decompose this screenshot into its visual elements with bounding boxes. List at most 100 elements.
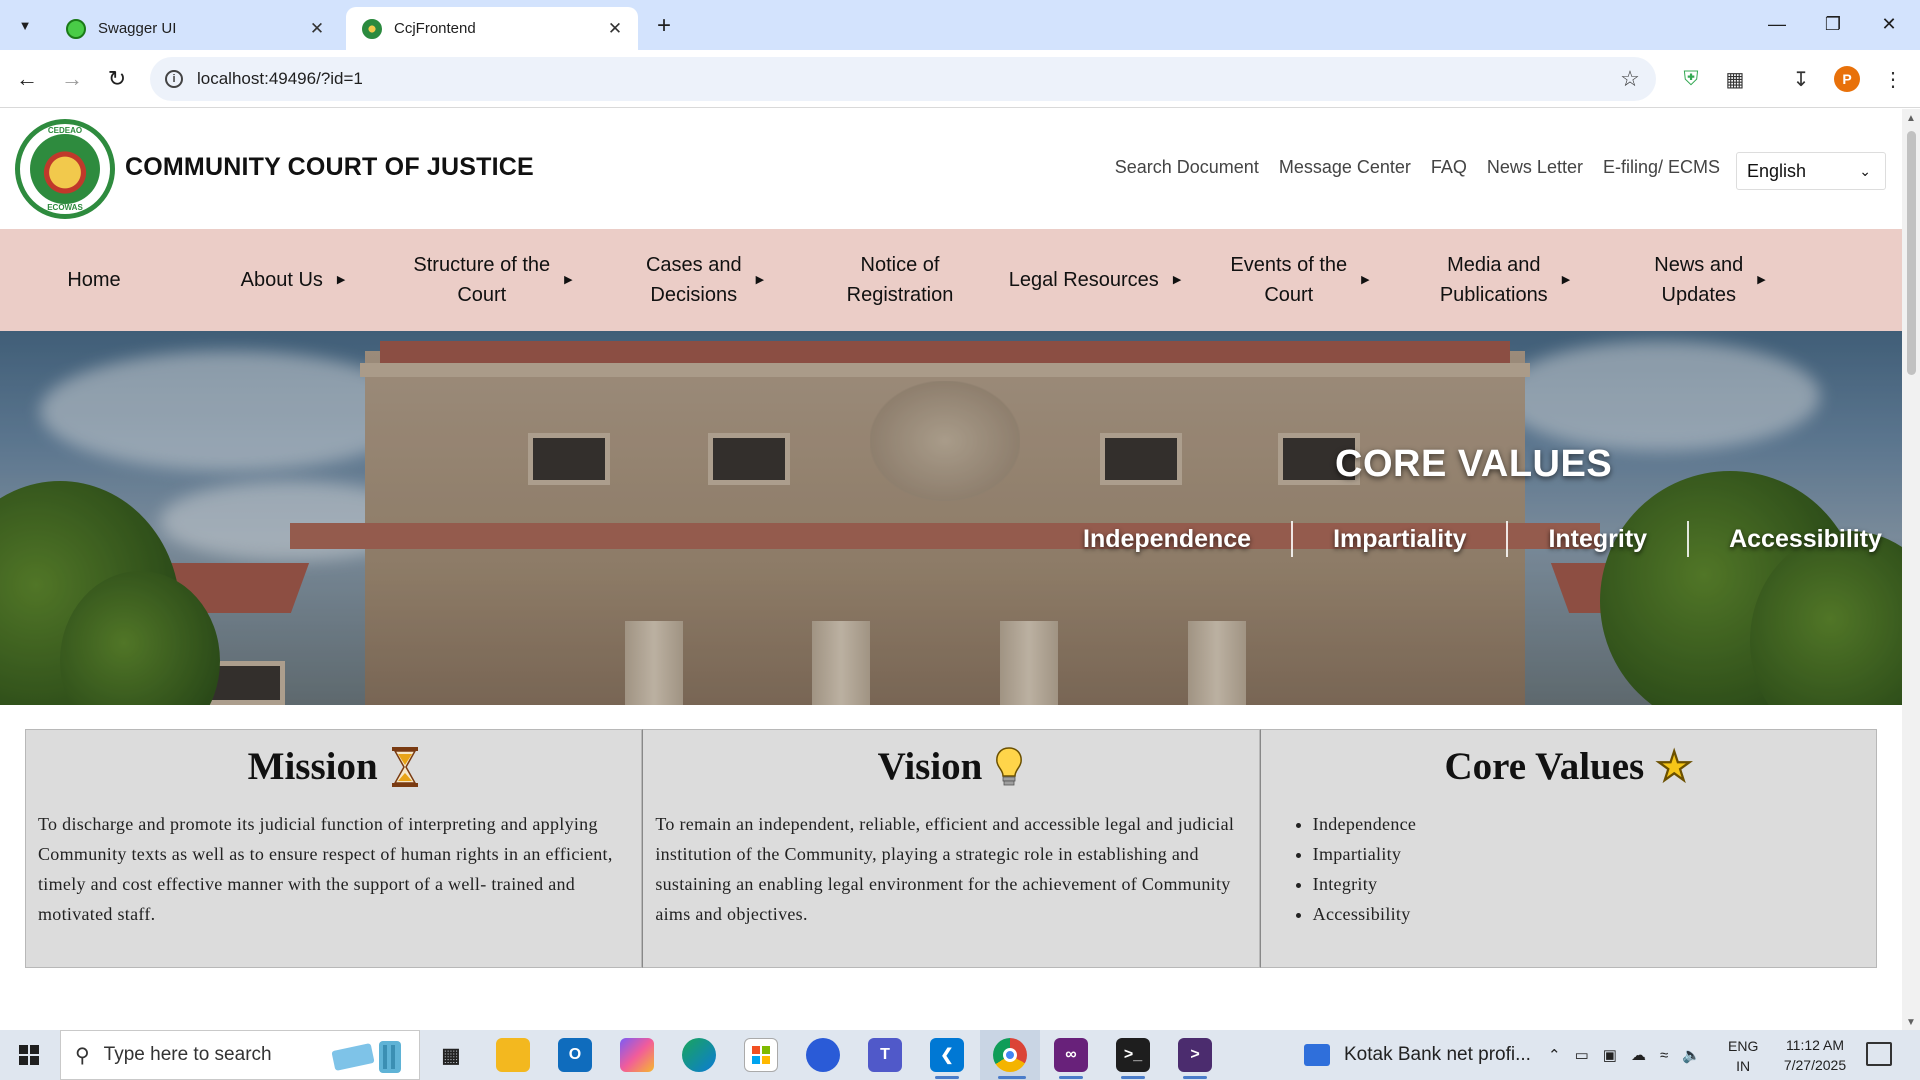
lang-line2: IN bbox=[1736, 1058, 1751, 1074]
vision-heading: Vision bbox=[655, 744, 1246, 789]
store-icon[interactable] bbox=[744, 1038, 778, 1072]
nav-label: Structure of the Court bbox=[413, 254, 551, 306]
visual-studio-icon[interactable]: ∞ bbox=[1054, 1038, 1088, 1072]
task-view-icon[interactable]: ▦ bbox=[434, 1038, 468, 1072]
swagger-favicon-icon bbox=[66, 18, 86, 39]
caret-right-icon: ▶ bbox=[1172, 274, 1182, 286]
shield-extension-icon[interactable]: ⛨ bbox=[1674, 62, 1708, 96]
site-info-icon[interactable]: i bbox=[165, 70, 183, 88]
browser-toolbar: ← → ↻ i localhost:49496/?id=1 ☆ ⛨ ▦ ↧ ⋮ bbox=[0, 50, 1920, 108]
close-icon[interactable]: ✕ bbox=[306, 18, 328, 40]
news-letter-link[interactable]: News Letter bbox=[1487, 157, 1583, 178]
download-icon[interactable]: ↧ bbox=[1784, 62, 1818, 96]
reload-button[interactable]: ↻ bbox=[100, 62, 134, 96]
nav-home[interactable]: Home bbox=[30, 229, 158, 331]
site-title: COMMUNITY COURT OF JUSTICE bbox=[125, 153, 534, 181]
nav-news-and-updates[interactable]: News and Updates ▶ bbox=[1625, 229, 1795, 331]
new-tab-button[interactable]: + bbox=[650, 12, 678, 40]
teams-icon[interactable]: T bbox=[868, 1038, 902, 1072]
tab-swagger-ui[interactable]: Swagger UI ✕ bbox=[50, 7, 340, 50]
battery-icon[interactable]: ▭ bbox=[1575, 1046, 1589, 1064]
address-bar[interactable]: i localhost:49496/?id=1 ☆ bbox=[150, 57, 1656, 101]
search-document-link[interactable]: Search Document bbox=[1115, 157, 1259, 178]
nav-structure-of-the-court[interactable]: Structure of the Court ▶ bbox=[400, 229, 586, 331]
forward-button[interactable]: → bbox=[55, 62, 89, 96]
taskbar: ⚲ Type here to search ▦ O T ❮ ∞ >_ > Kot… bbox=[0, 1030, 1920, 1080]
clock-date: 7/27/2025 bbox=[1783, 1057, 1847, 1073]
bookmark-star-icon[interactable]: ☆ bbox=[1610, 66, 1650, 92]
url-text[interactable]: localhost:49496/?id=1 bbox=[197, 69, 1610, 89]
close-icon[interactable]: ✕ bbox=[604, 18, 626, 40]
caret-right-icon: ▶ bbox=[1757, 274, 1766, 286]
kebab-menu-icon[interactable]: ⋮ bbox=[1876, 62, 1910, 96]
system-tray: ⌃ ▭ ▣ ☁ ≈ 🔈 bbox=[1548, 1030, 1701, 1080]
nav-cases-and-decisions[interactable]: Cases and Decisions ▶ bbox=[620, 229, 790, 331]
back-button[interactable]: ← bbox=[10, 62, 44, 96]
divider bbox=[1687, 521, 1690, 557]
tab-search-button[interactable]: ▼ bbox=[10, 11, 40, 39]
chevron-up-icon[interactable]: ⌃ bbox=[1548, 1046, 1561, 1064]
news-widget[interactable]: Kotak Bank net profi... bbox=[1304, 1030, 1531, 1080]
nav-media-and-publications[interactable]: Media and Publications ▶ bbox=[1415, 229, 1595, 331]
file-explorer-icon[interactable] bbox=[496, 1038, 530, 1072]
arrow-left-icon: ← bbox=[16, 66, 38, 91]
site-header: CEDEAO ECOWAS COMMUNITY COURT OF JUSTICE… bbox=[0, 109, 1902, 229]
scrollbar-thumb[interactable] bbox=[1907, 131, 1916, 375]
top-links: Search Document Message Center FAQ News … bbox=[1115, 157, 1720, 178]
chrome-icon[interactable] bbox=[993, 1038, 1027, 1072]
powershell-icon[interactable]: > bbox=[1178, 1038, 1212, 1072]
ccj-favicon-icon bbox=[362, 18, 382, 39]
nav-label: Home bbox=[67, 269, 121, 291]
minimize-button[interactable]: — bbox=[1754, 8, 1800, 40]
vscode-icon[interactable]: ❮ bbox=[930, 1038, 964, 1072]
core-values-list: Independence Impartiality Integrity Acce… bbox=[1313, 809, 1864, 929]
clock[interactable]: 11:12 AM 7/27/2025 bbox=[1768, 1035, 1862, 1075]
onedrive-cloud-icon[interactable]: ☁ bbox=[1631, 1046, 1646, 1064]
tab-ccjfrontend[interactable]: CcjFrontend ✕ bbox=[346, 7, 638, 50]
list-item: Impartiality bbox=[1313, 839, 1864, 869]
message-center-link[interactable]: Message Center bbox=[1279, 157, 1411, 178]
terminal-icon[interactable]: >_ bbox=[1116, 1038, 1150, 1072]
tab-title: CcjFrontend bbox=[394, 20, 476, 37]
outlook-icon[interactable]: O bbox=[558, 1038, 592, 1072]
faq-link[interactable]: FAQ bbox=[1431, 157, 1467, 178]
nav-notice-of-registration[interactable]: Notice of Registration bbox=[820, 229, 980, 331]
nav-about-us[interactable]: About Us ▶ bbox=[218, 229, 368, 331]
divider bbox=[1291, 521, 1294, 557]
wifi-icon[interactable]: ≈ bbox=[1660, 1047, 1668, 1064]
lightbulb-icon bbox=[996, 746, 1023, 785]
close-window-button[interactable]: ✕ bbox=[1866, 8, 1912, 40]
running-indicator bbox=[1121, 1076, 1145, 1079]
restore-button[interactable]: ❐ bbox=[1810, 8, 1856, 40]
minimize-icon: — bbox=[1768, 13, 1786, 34]
page-scrollbar[interactable]: ▲ ▼ bbox=[1902, 109, 1920, 1030]
notification-icon[interactable] bbox=[1866, 1042, 1892, 1066]
lang-line1: ENG bbox=[1728, 1038, 1759, 1054]
app-icon[interactable] bbox=[806, 1038, 840, 1072]
profile-avatar[interactable]: P bbox=[1834, 66, 1860, 92]
taskbar-search[interactable]: ⚲ Type here to search bbox=[60, 1030, 420, 1080]
volume-icon[interactable]: 🔈 bbox=[1682, 1046, 1701, 1064]
arrow-right-icon: → bbox=[61, 66, 83, 91]
nav-events-of-the-court[interactable]: Events of the Court ▶ bbox=[1215, 229, 1385, 331]
running-indicator bbox=[1059, 1076, 1083, 1079]
extensions-puzzle-icon[interactable]: ▦ bbox=[1718, 62, 1752, 96]
scroll-up-icon[interactable]: ▲ bbox=[1905, 113, 1917, 124]
efiling-link[interactable]: E-filing/ ECMS bbox=[1603, 157, 1720, 178]
scroll-down-icon[interactable]: ▼ bbox=[1905, 1017, 1917, 1028]
input-language-indicator[interactable]: ENG IN bbox=[1728, 1036, 1758, 1076]
mission-card: Mission To discharge and promote its jud… bbox=[25, 729, 643, 968]
mission-title: Mission bbox=[247, 745, 378, 788]
hero-values-list: Independence Impartiality Integrity Acce… bbox=[1083, 521, 1882, 557]
list-item: Integrity bbox=[1313, 869, 1864, 899]
nav-legal-resources[interactable]: Legal Resources ▶ bbox=[1000, 229, 1190, 331]
start-button[interactable] bbox=[0, 1030, 58, 1080]
meet-now-icon[interactable]: ▣ bbox=[1603, 1046, 1617, 1064]
caret-right-icon: ▶ bbox=[564, 274, 573, 286]
language-select[interactable]: English ⌄ bbox=[1736, 152, 1886, 190]
ecowas-logo[interactable]: CEDEAO ECOWAS bbox=[15, 119, 115, 219]
copilot-icon[interactable] bbox=[620, 1038, 654, 1072]
nav-label: Cases and Decisions bbox=[645, 254, 742, 306]
edge-icon[interactable] bbox=[682, 1038, 716, 1072]
nav-label: News and Updates bbox=[1654, 254, 1744, 306]
